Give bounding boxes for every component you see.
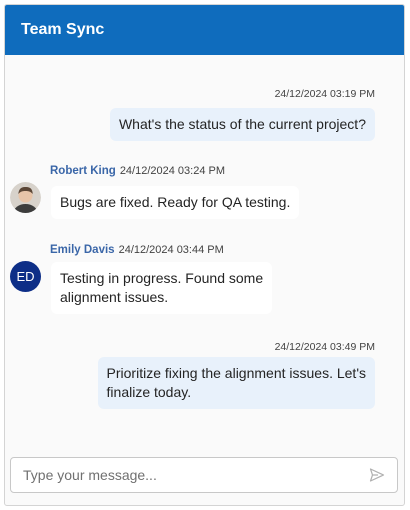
message-composer	[10, 457, 398, 493]
incoming-message-bubble: Testing in progress. Found some alignmen…	[51, 262, 273, 314]
message-text: Bugs are fixed. Ready for QA testing.	[60, 194, 291, 210]
send-icon	[369, 468, 385, 482]
sender-name: Emily Davis	[50, 244, 115, 256]
message-header: Emily Davis 24/12/2024 03:44 PM	[50, 244, 224, 256]
message-timestamp: 24/12/2024 03:49 PM	[274, 341, 375, 353]
send-button[interactable]	[367, 465, 387, 485]
incoming-message-bubble: Bugs are fixed. Ready for QA testing.	[51, 186, 300, 219]
chat-title: Team Sync	[21, 21, 105, 38]
message-text: What's the status of the current project…	[118, 116, 366, 132]
message-timestamp: 24/12/2024 03:19 PM	[274, 88, 375, 100]
avatar	[10, 182, 41, 213]
message-text: Prioritize fixing the alignment issues. …	[106, 365, 366, 381]
robert-king-avatar-photo	[10, 182, 41, 213]
message-timestamp: 24/12/2024 03:44 PM	[118, 244, 224, 256]
avatar: ED	[10, 261, 41, 292]
message-text: finalize today.	[106, 384, 192, 400]
chat-header: Team Sync	[5, 5, 404, 55]
message-header: Robert King 24/12/2024 03:24 PM	[50, 165, 225, 177]
outgoing-message-bubble: Prioritize fixing the alignment issues. …	[97, 357, 375, 409]
message-text: alignment issues.	[60, 289, 169, 305]
outgoing-message-bubble: What's the status of the current project…	[109, 108, 375, 141]
chat-window: Team Sync 24/12/2024 03:19 PM What's the…	[4, 4, 405, 506]
message-timestamp: 24/12/2024 03:24 PM	[119, 165, 226, 177]
message-text: Testing in progress. Found some	[60, 270, 264, 286]
message-input[interactable]	[23, 467, 367, 483]
avatar-initials: ED	[16, 269, 35, 284]
sender-name: Robert King	[50, 165, 116, 177]
